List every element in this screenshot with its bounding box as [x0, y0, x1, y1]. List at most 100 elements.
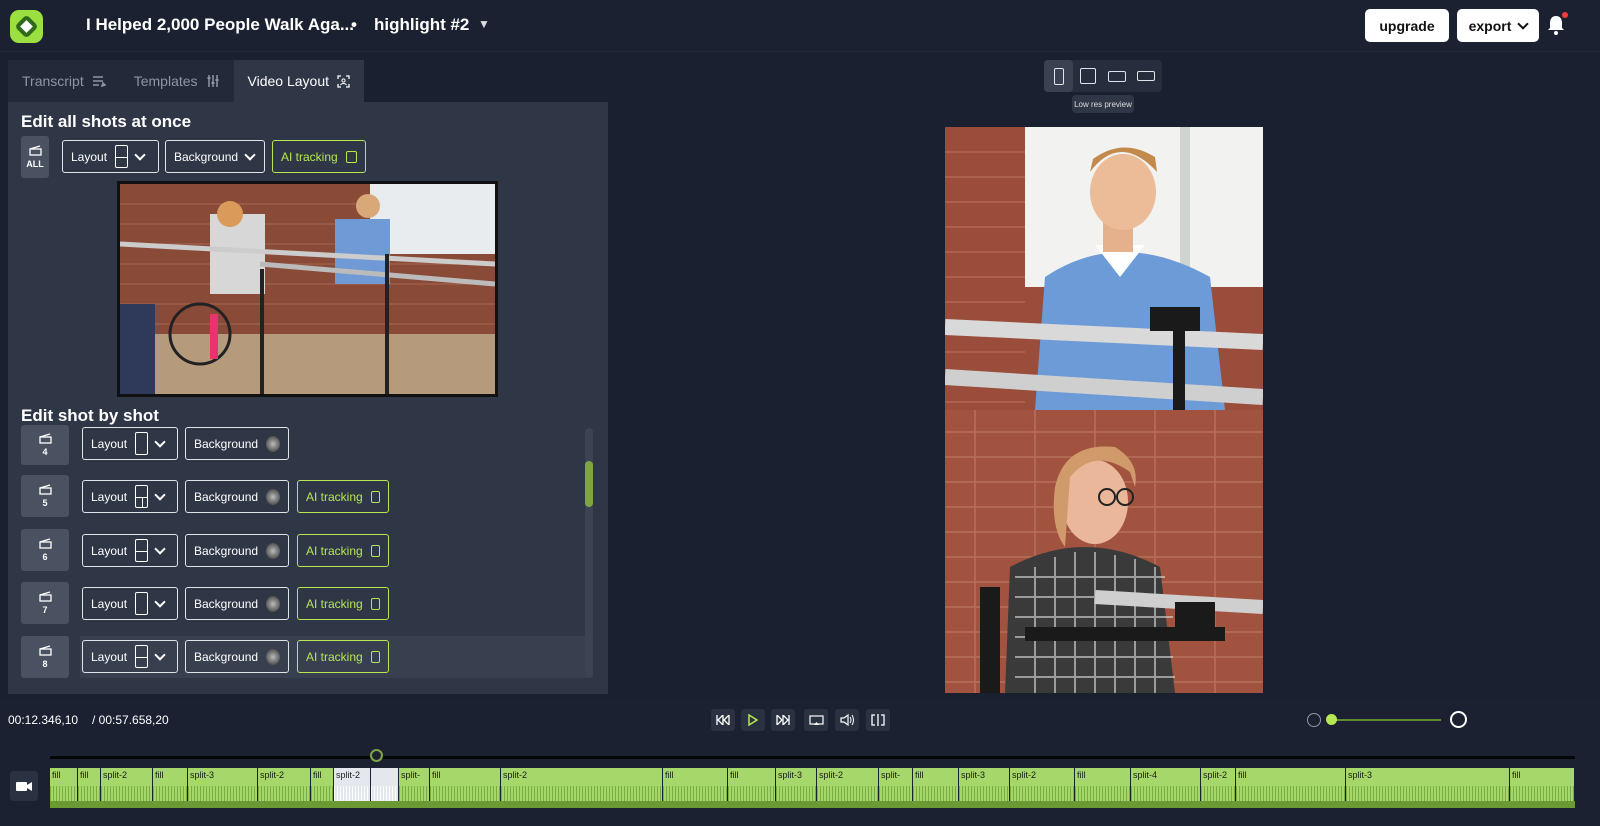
background-dropdown-shot-6[interactable]: Background [185, 534, 289, 567]
timeline-clip[interactable]: split-3 [188, 768, 258, 801]
clip-label: split- [881, 770, 901, 780]
timeline-clip[interactable]: split-3 [959, 768, 1010, 801]
timeline-clip[interactable]: split-2 [101, 768, 153, 801]
timeline-clip[interactable]: fill [153, 768, 188, 801]
clip-label: split-3 [778, 770, 803, 780]
zoom-in-icon[interactable] [1450, 711, 1467, 728]
tab-templates[interactable]: Templates [119, 60, 234, 102]
shot-5-button[interactable]: 5 [21, 475, 69, 517]
timeline-clip-selected[interactable] [371, 768, 399, 801]
timeline-clip[interactable]: split-3 [776, 768, 817, 801]
layout-dropdown-shot-6[interactable]: Layout [82, 534, 178, 567]
layout-dropdown-shot-4[interactable]: Layout [82, 427, 178, 460]
timeline-clip[interactable]: fill [728, 768, 776, 801]
clip-label: split-2 [1012, 770, 1037, 780]
layout-dropdown-shot-7[interactable]: Layout [82, 587, 178, 620]
timeline-clip[interactable]: split-3 [1346, 768, 1510, 801]
layout-dropdown-shot-5[interactable]: Layout [82, 480, 178, 513]
timeline-clip[interactable]: fill [1510, 768, 1575, 801]
ai-tracking-toggle-shot-7[interactable]: AI tracking [297, 587, 389, 620]
app-logo[interactable] [10, 10, 43, 43]
video-track[interactable]: fill fill split-2 fill split-3 split-2 f… [50, 768, 1575, 801]
waveform [959, 786, 1009, 801]
zoom-slider-knob[interactable] [1326, 714, 1337, 725]
background-dropdown-shot-4[interactable]: Background [185, 427, 289, 460]
split-view-button[interactable] [866, 709, 890, 731]
zoom-out-icon[interactable] [1307, 713, 1321, 727]
waveform [101, 786, 152, 801]
project-title[interactable]: I Helped 2,000 People Walk Aga... [86, 15, 354, 35]
ratio-square-button[interactable] [1073, 60, 1102, 92]
highlight-selector[interactable]: highlight #2 [374, 15, 469, 35]
play-icon [748, 714, 758, 726]
timeline-clip[interactable]: split-2 [817, 768, 879, 801]
video-preview[interactable] [945, 127, 1263, 693]
background-swatch-icon [266, 488, 280, 505]
split-layout-icon [135, 485, 149, 508]
shot-preview-thumbnail[interactable] [117, 181, 498, 397]
timeline-clip[interactable]: fill [1075, 768, 1131, 801]
scrollbar-thumb[interactable] [585, 461, 593, 507]
cast-button[interactable] [804, 709, 828, 731]
ratio-wide-button[interactable] [1131, 60, 1160, 92]
layout-dropdown-all[interactable]: Layout [62, 140, 159, 173]
notification-bell-icon[interactable] [1547, 15, 1565, 35]
background-dropdown-shot-8[interactable]: Background [185, 640, 289, 673]
timeline-clip[interactable]: split-2 [501, 768, 663, 801]
split-layout-icon [135, 539, 149, 562]
timeline-clip[interactable]: fill [50, 768, 78, 801]
export-label: export [1468, 17, 1512, 34]
timeline-clip[interactable]: split-2 [1010, 768, 1075, 801]
shot-4-button[interactable]: 4 [21, 425, 69, 465]
timeline-clip[interactable]: fill [311, 768, 334, 801]
layout-label: Layout [91, 489, 128, 504]
skip-back-button[interactable] [711, 709, 735, 731]
video-track-button[interactable] [10, 771, 38, 801]
timeline-clip[interactable]: split- [399, 768, 430, 801]
ai-tracking-label: AI tracking [306, 649, 363, 664]
timeline-clip[interactable]: split- [879, 768, 913, 801]
background-dropdown-all[interactable]: Background [165, 140, 265, 173]
ratio-landscape-button[interactable] [1102, 60, 1131, 92]
zoom-slider-track[interactable] [1331, 719, 1441, 721]
clapperboard-icon [28, 145, 42, 156]
background-dropdown-shot-5[interactable]: Background [185, 480, 289, 513]
timeline-clip[interactable]: split-4 [1131, 768, 1201, 801]
timeline-clip[interactable]: fill [1236, 768, 1346, 801]
shot-8-button[interactable]: 8 [21, 636, 69, 678]
layout-label: Layout [91, 543, 128, 558]
ratio-portrait-button[interactable] [1044, 60, 1073, 92]
clip-label: fill [730, 770, 739, 780]
export-button[interactable]: export [1457, 9, 1539, 42]
tab-label: Transcript [22, 73, 84, 89]
ai-tracking-toggle-all[interactable]: AI tracking [272, 140, 366, 173]
ai-tracking-toggle-shot-6[interactable]: AI tracking [297, 534, 389, 567]
upgrade-button[interactable]: upgrade [1365, 9, 1449, 42]
timeline-clip[interactable]: split-2 [258, 768, 311, 801]
timeline-clip[interactable]: fill [430, 768, 501, 801]
waveform [663, 786, 727, 801]
timeline-clip[interactable]: fill [78, 768, 101, 801]
timeline-clip[interactable]: fill [663, 768, 728, 801]
all-shots-button[interactable]: ALL [21, 136, 49, 178]
split-layout-icon [115, 145, 129, 168]
shot-6-button[interactable]: 6 [21, 529, 69, 571]
layout-label: Layout [91, 436, 128, 451]
tab-transcript[interactable]: Transcript [8, 60, 120, 102]
playhead-handle[interactable] [370, 749, 383, 762]
volume-button[interactable] [835, 709, 859, 731]
timeline-clip[interactable]: fill [913, 768, 959, 801]
timeline-ruler[interactable] [50, 756, 1575, 759]
caret-down-icon[interactable]: ▼ [478, 17, 490, 31]
shot-7-button[interactable]: 7 [21, 582, 69, 624]
ai-tracking-toggle-shot-5[interactable]: AI tracking [297, 480, 389, 513]
play-button[interactable] [741, 709, 765, 731]
layout-dropdown-shot-8[interactable]: Layout [82, 640, 178, 673]
timeline-clip-selected[interactable]: split-2 [334, 768, 371, 801]
ai-tracking-toggle-shot-8[interactable]: AI tracking [297, 640, 389, 673]
tab-video-layout[interactable]: Video Layout [233, 60, 365, 102]
timeline-clip[interactable]: split-2 [1201, 768, 1236, 801]
skip-forward-button[interactable] [771, 709, 795, 731]
clip-label: split-3 [961, 770, 986, 780]
background-dropdown-shot-7[interactable]: Background [185, 587, 289, 620]
